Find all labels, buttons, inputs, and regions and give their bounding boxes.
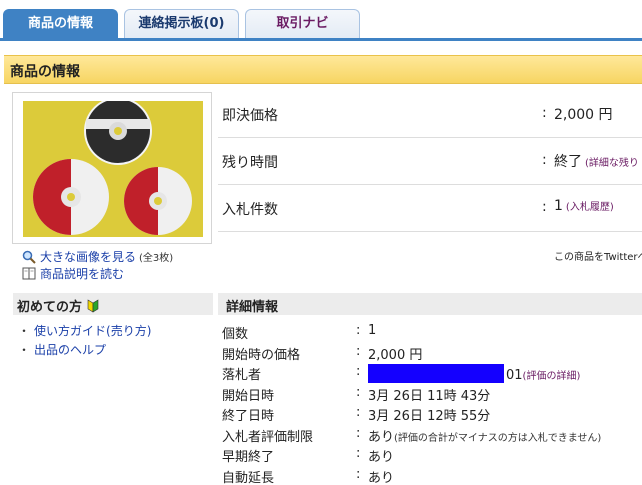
image-links: 大きな画像を見る (全3枚) 商品説明を読む bbox=[22, 248, 173, 282]
detail-value: 2,000 円 bbox=[368, 347, 423, 363]
detail-value: あり bbox=[368, 450, 395, 465]
detail-key: 個数 bbox=[222, 327, 249, 342]
first-time-list: ・使い方ガイド(売り方) ・出品のヘルプ bbox=[18, 322, 151, 360]
detail-key: 入札者評価制限 bbox=[222, 429, 314, 445]
remaining-detail-link[interactable]: (詳細な残り bbox=[585, 158, 639, 169]
tab-trade-navi[interactable]: 取引ナビ bbox=[245, 9, 360, 39]
bids-value: 1 (入札履歴) bbox=[554, 198, 614, 214]
bids-label: 入札件数 bbox=[222, 202, 278, 218]
beginner-mark-icon bbox=[87, 299, 98, 313]
first-time-title: 初めての方 bbox=[17, 300, 83, 315]
guide-link-item[interactable]: ・使い方ガイド(売り方) bbox=[18, 322, 151, 341]
twitter-share-text[interactable]: この商品をTwitterへ bbox=[554, 248, 642, 263]
remaining-label: 残り時間 bbox=[222, 155, 278, 171]
section-title: 商品の情報 bbox=[10, 64, 80, 80]
detail-header: 詳細情報 bbox=[218, 293, 642, 315]
product-image-box[interactable] bbox=[12, 92, 212, 244]
detail-title: 詳細情報 bbox=[226, 300, 279, 315]
remaining-value: 終了 (詳細な残り bbox=[554, 151, 639, 171]
price-row-bids: 入札件数 : 1 (入札履歴) bbox=[218, 185, 642, 232]
detail-colon: : bbox=[356, 343, 361, 359]
detail-colon: : bbox=[356, 384, 361, 400]
price-row-buynow: 即決価格 : 2,000 円 bbox=[218, 91, 642, 138]
buynow-value: 2,000 円 bbox=[554, 104, 613, 124]
detail-key: 開始日時 bbox=[222, 388, 275, 404]
buynow-label: 即決価格 bbox=[222, 108, 278, 124]
large-image-link[interactable]: 大きな画像を見る bbox=[40, 248, 136, 265]
first-time-header: 初めての方 bbox=[13, 293, 213, 315]
tab-message-board[interactable]: 連絡掲示板(0) bbox=[124, 9, 239, 39]
buynow-price: 2,000 円 bbox=[554, 107, 613, 123]
rating-limit-note: (評価の合計がマイナスの方は入札できません) bbox=[394, 432, 602, 444]
remaining-status: 終了 bbox=[554, 154, 582, 170]
winner-id-suffix[interactable]: 01 bbox=[506, 368, 523, 383]
detail-value: 1 bbox=[368, 323, 377, 338]
bid-history-link[interactable]: (入札履歴) bbox=[566, 202, 614, 213]
tab-item-info[interactable]: 商品の情報 bbox=[3, 9, 118, 39]
tab-underline bbox=[0, 38, 642, 41]
magnifier-icon bbox=[22, 250, 36, 264]
detail-value: 01(評価の詳細) bbox=[368, 364, 580, 383]
price-row-remaining: 残り時間 : 終了 (詳細な残り bbox=[218, 138, 642, 185]
bids-colon: : bbox=[542, 199, 547, 215]
detail-colon: : bbox=[356, 446, 361, 461]
detail-colon: : bbox=[356, 466, 361, 482]
rating-detail-link[interactable]: (評価の詳細) bbox=[523, 371, 581, 382]
image-count: (全3枚) bbox=[139, 253, 174, 264]
detail-key: 開始時の価格 bbox=[222, 347, 301, 363]
large-image-row: 大きな画像を見る (全3枚) bbox=[22, 248, 173, 265]
remaining-colon: : bbox=[542, 152, 547, 168]
detail-colon: : bbox=[356, 323, 361, 338]
bids-count: 1 bbox=[554, 198, 563, 214]
detail-value: あり(評価の合計がマイナスの方は入札できません) bbox=[368, 426, 601, 445]
section-header: 商品の情報 bbox=[4, 55, 642, 84]
book-icon bbox=[22, 267, 36, 280]
detail-colon: : bbox=[356, 364, 361, 379]
detail-key: 自動延長 bbox=[222, 470, 275, 485]
detail-colon: : bbox=[356, 405, 361, 420]
product-photo-cds bbox=[23, 101, 203, 237]
redaction-block bbox=[368, 364, 504, 383]
tab-bar: 商品の情報 連絡掲示板(0) 取引ナビ bbox=[0, 0, 642, 41]
description-link[interactable]: 商品説明を読む bbox=[40, 265, 124, 282]
detail-colon: : bbox=[356, 425, 361, 441]
rating-limit-value: あり bbox=[368, 429, 395, 445]
help-link-item[interactable]: ・出品のヘルプ bbox=[18, 341, 151, 360]
description-row: 商品説明を読む bbox=[22, 265, 173, 282]
detail-key: 終了日時 bbox=[222, 409, 275, 424]
help-link[interactable]: 出品のヘルプ bbox=[34, 343, 106, 357]
detail-key: 早期終了 bbox=[222, 450, 275, 465]
guide-link[interactable]: 使い方ガイド(売り方) bbox=[34, 324, 151, 338]
detail-value: あり bbox=[368, 470, 395, 485]
detail-value: 3月 26日 11時 43分 bbox=[368, 388, 491, 404]
detail-value: 3月 26日 12時 55分 bbox=[368, 409, 491, 424]
product-photo[interactable] bbox=[23, 101, 203, 237]
buynow-colon: : bbox=[542, 105, 547, 121]
detail-key: 落札者 bbox=[222, 368, 262, 383]
